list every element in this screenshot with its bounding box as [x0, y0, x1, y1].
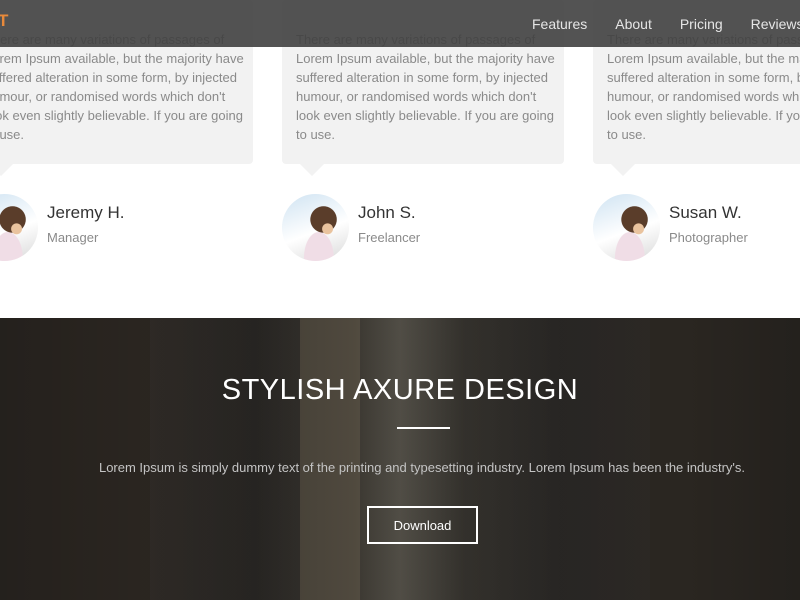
background-building-right	[650, 318, 800, 600]
author-role: Photographer	[669, 230, 748, 245]
author-role: Manager	[47, 230, 99, 245]
top-navbar: T Features About Pricing Reviews	[0, 0, 800, 47]
nav-link-about[interactable]: About	[615, 16, 652, 32]
nav-link-features[interactable]: Features	[532, 16, 587, 32]
nav-links: Features About Pricing Reviews	[532, 16, 800, 32]
author-role: Freelancer	[358, 230, 421, 245]
author-name: Jeremy H.	[47, 203, 125, 222]
testimonial-quote: There are many variations of passages of…	[607, 32, 800, 142]
author-name: Susan W.	[669, 203, 742, 222]
background-building-center	[300, 318, 360, 600]
brand-logo[interactable]: T	[0, 11, 9, 31]
testimonial-author: Susan W. Photographer	[593, 194, 800, 264]
avatar	[593, 194, 660, 261]
author-name: John S.	[358, 203, 416, 222]
hero-description: Lorem Ipsum is simply dummy text of the …	[98, 460, 746, 475]
testimonial-author: John S. Freelancer	[282, 194, 564, 264]
testimonial-quote: There are many variations of passages of…	[296, 32, 555, 142]
avatar	[282, 194, 349, 261]
testimonials-section: There are many variations of passages of…	[0, 0, 800, 318]
testimonial-author: Jeremy H. Manager	[0, 194, 253, 264]
background-building-left	[0, 318, 150, 600]
hero-divider	[397, 427, 450, 429]
nav-link-pricing[interactable]: Pricing	[680, 16, 723, 32]
testimonial-quote: There are many variations of passages of…	[0, 32, 244, 142]
hero-title: STYLISH AXURE DESIGN	[221, 374, 579, 406]
nav-link-reviews[interactable]: Reviews	[751, 16, 800, 32]
download-button[interactable]: Download	[367, 506, 478, 544]
hero-section: STYLISH AXURE DESIGN Lorem Ipsum is simp…	[0, 318, 800, 600]
avatar	[0, 194, 38, 261]
